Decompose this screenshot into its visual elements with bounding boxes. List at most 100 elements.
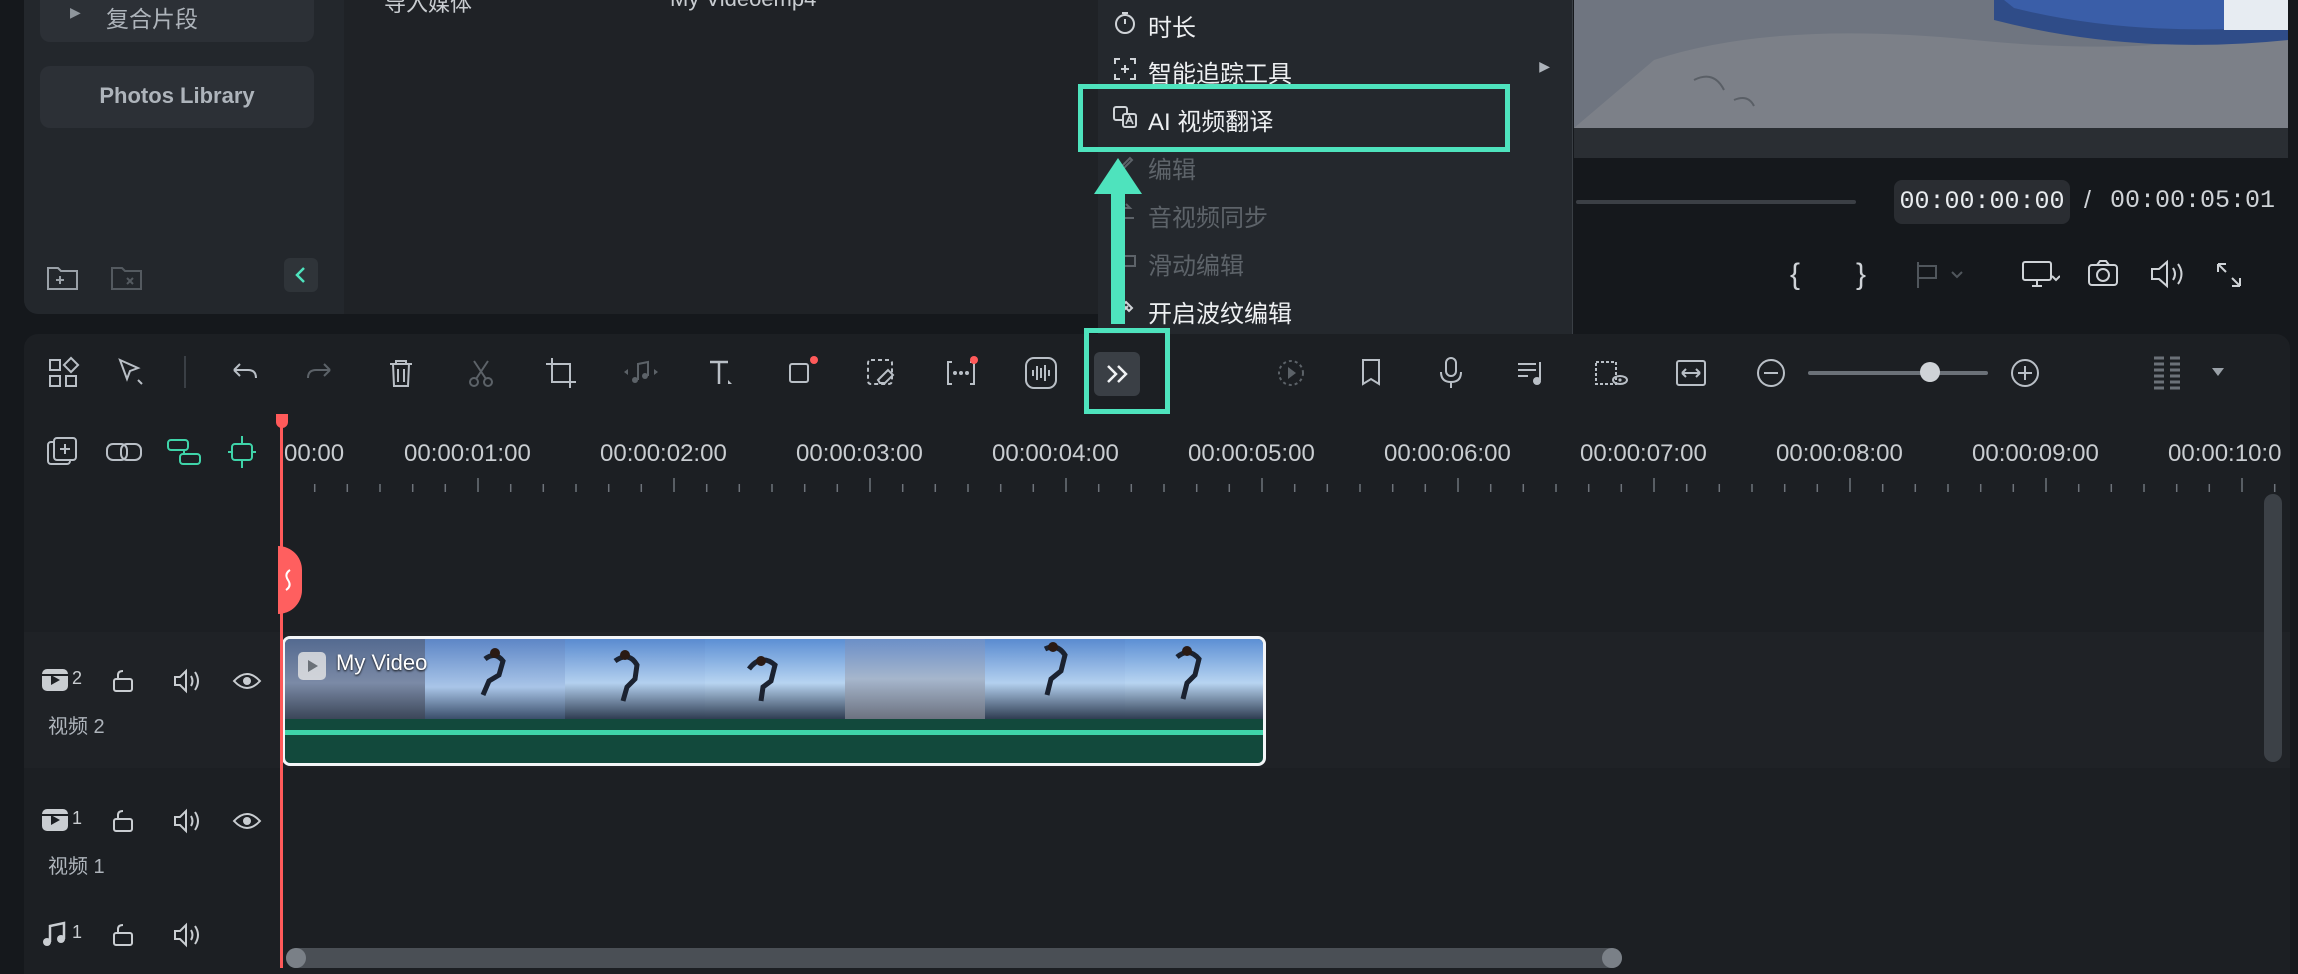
scrollbar-right-handle[interactable] xyxy=(1602,948,1622,968)
display-settings-icon[interactable] xyxy=(2020,258,2060,290)
microphone-icon[interactable] xyxy=(1428,350,1474,396)
sidebar-item-label: Photos Library xyxy=(99,83,255,108)
menu-item-slide-edit: 滑动编辑 xyxy=(1098,238,1572,284)
link-clips-icon[interactable] xyxy=(104,436,144,468)
video-clip[interactable] xyxy=(282,636,1266,766)
track-lock-icon[interactable] xyxy=(110,808,136,834)
current-timecode[interactable]: 00:00:00:00 xyxy=(1894,180,2070,224)
eraser-icon[interactable] xyxy=(858,350,904,396)
clip-thumbnail xyxy=(845,639,985,719)
insert-clip-icon xyxy=(1914,260,1970,290)
playhead[interactable] xyxy=(280,414,283,968)
zoom-slider-knob[interactable] xyxy=(1920,362,1940,382)
clip-thumbnail xyxy=(985,639,1125,719)
sidebar-item-photos-library[interactable]: Photos Library xyxy=(40,66,314,128)
timecode-separator: / xyxy=(2084,186,2091,214)
snap-icon[interactable] xyxy=(224,434,260,470)
audio-track-music-icon xyxy=(40,920,70,950)
snapshot-camera-icon[interactable] xyxy=(2086,258,2120,288)
track-lock-icon[interactable] xyxy=(110,922,136,948)
add-track-icon[interactable] xyxy=(44,434,80,470)
track-name: 视频 2 xyxy=(48,716,105,738)
clip-video-icon xyxy=(298,652,326,680)
media-sidebar: ▶ 复合片段 Photos Library xyxy=(24,0,344,314)
chevron-left-icon xyxy=(295,267,305,283)
ruler-label: 00:00:05:00 xyxy=(1188,440,1315,467)
clip-audio-line xyxy=(285,730,1263,735)
scrollbar-left-handle[interactable] xyxy=(286,948,306,968)
delete-trash-icon[interactable] xyxy=(378,350,424,396)
sidebar-item-compound[interactable]: ▶ 复合片段 xyxy=(40,0,314,42)
delete-folder-icon xyxy=(110,262,144,292)
timeline-vertical-scrollbar[interactable] xyxy=(2264,494,2282,762)
menu-item-duration[interactable]: 时长 xyxy=(1098,0,1572,46)
collapse-sidebar-button[interactable] xyxy=(284,258,318,292)
preview-frame-image xyxy=(1574,0,2288,128)
expand-triangle-icon[interactable]: ▶ xyxy=(70,4,81,21)
menu-item-label: 滑动编辑 xyxy=(1148,253,1244,280)
track-number: 2 xyxy=(72,668,83,688)
track-volume-icon[interactable] xyxy=(172,666,202,696)
menu-item-label: 音视频同步 xyxy=(1148,205,1268,232)
dropdown-arrow-icon[interactable] xyxy=(2208,364,2228,380)
auto-caption-icon[interactable] xyxy=(938,350,984,396)
track-visibility-eye-icon[interactable] xyxy=(232,808,262,834)
menu-item-label: 编辑 xyxy=(1148,157,1196,184)
track-visibility-eye-icon[interactable] xyxy=(232,668,262,694)
shape-mask-icon[interactable] xyxy=(778,350,824,396)
preview-video[interactable] xyxy=(1574,0,2288,128)
magnetic-track-icon[interactable] xyxy=(164,436,204,468)
ruler-label: 00:00:10:0 xyxy=(2168,440,2282,467)
music-beat-icon[interactable] xyxy=(1508,350,1554,396)
undo-icon[interactable] xyxy=(220,350,266,396)
menu-item-ripple-edit[interactable]: 开启波纹编辑 xyxy=(1098,286,1572,332)
total-duration: 00:00:05:01 xyxy=(2110,186,2276,215)
menu-item-label: 开启波纹编辑 xyxy=(1148,301,1292,328)
ruler-label: 00:00:04:00 xyxy=(992,440,1119,467)
fit-timeline-icon[interactable] xyxy=(1668,350,1714,396)
preview-render-icon[interactable] xyxy=(1588,350,1634,396)
track-number: 1 xyxy=(72,808,83,828)
clip-thumbnail xyxy=(425,639,565,719)
marker-icon[interactable] xyxy=(1348,350,1394,396)
crop-icon[interactable] xyxy=(538,350,584,396)
more-tools-highlight-box xyxy=(1084,328,1170,414)
playhead-handle[interactable] xyxy=(278,546,302,614)
clip-thumbnail xyxy=(565,639,705,719)
ai-video-translate-highlight-box xyxy=(1078,84,1510,152)
track-lock-icon[interactable] xyxy=(110,668,136,694)
track-name: 视频 1 xyxy=(48,856,105,878)
track-row-video-1 xyxy=(24,772,2290,900)
ruler-label: 00:00:02:00 xyxy=(600,440,727,467)
ruler-label: 00:00:07:00 xyxy=(1580,440,1707,467)
ruler-label: 00:00:09:00 xyxy=(1972,440,2099,467)
render-preview-icon xyxy=(1268,350,1314,396)
audio-waveform-icon[interactable] xyxy=(1018,350,1064,396)
volume-icon[interactable] xyxy=(2148,258,2188,290)
track-volume-icon[interactable] xyxy=(172,806,202,836)
preview-progress-track[interactable] xyxy=(1576,200,1856,204)
menu-item-av-sync: 音视频同步 xyxy=(1098,190,1572,236)
zoom-out-icon[interactable] xyxy=(1748,350,1794,396)
mark-in-icon[interactable]: { xyxy=(1790,258,1800,292)
layout-grid-icon[interactable] xyxy=(40,350,86,396)
pointer-arrow-shaft xyxy=(1111,178,1125,324)
video-track-icon xyxy=(40,666,70,694)
zoom-slider-track[interactable] xyxy=(1808,371,1988,375)
mark-out-icon[interactable]: } xyxy=(1856,258,1866,292)
playhead-top-marker[interactable] xyxy=(276,414,288,428)
timeline-horizontal-scrollbar[interactable] xyxy=(286,948,1622,968)
preview-bottom-strip xyxy=(1574,128,2288,158)
select-pointer-icon[interactable] xyxy=(108,350,154,396)
track-height-icon[interactable] xyxy=(2144,350,2190,396)
ruler-label: 00:00 xyxy=(284,440,345,467)
fullscreen-icon[interactable] xyxy=(2214,260,2244,290)
zoom-in-icon[interactable] xyxy=(2002,350,2048,396)
audio-edit-icon xyxy=(618,350,664,396)
sidebar-item-label: 复合片段 xyxy=(106,6,198,32)
new-folder-icon[interactable] xyxy=(46,262,80,292)
track-volume-icon[interactable] xyxy=(172,920,202,950)
clip-title: My Video xyxy=(336,650,428,675)
text-tool-icon[interactable] xyxy=(698,350,744,396)
submenu-arrow-icon: ▶ xyxy=(1539,58,1550,74)
